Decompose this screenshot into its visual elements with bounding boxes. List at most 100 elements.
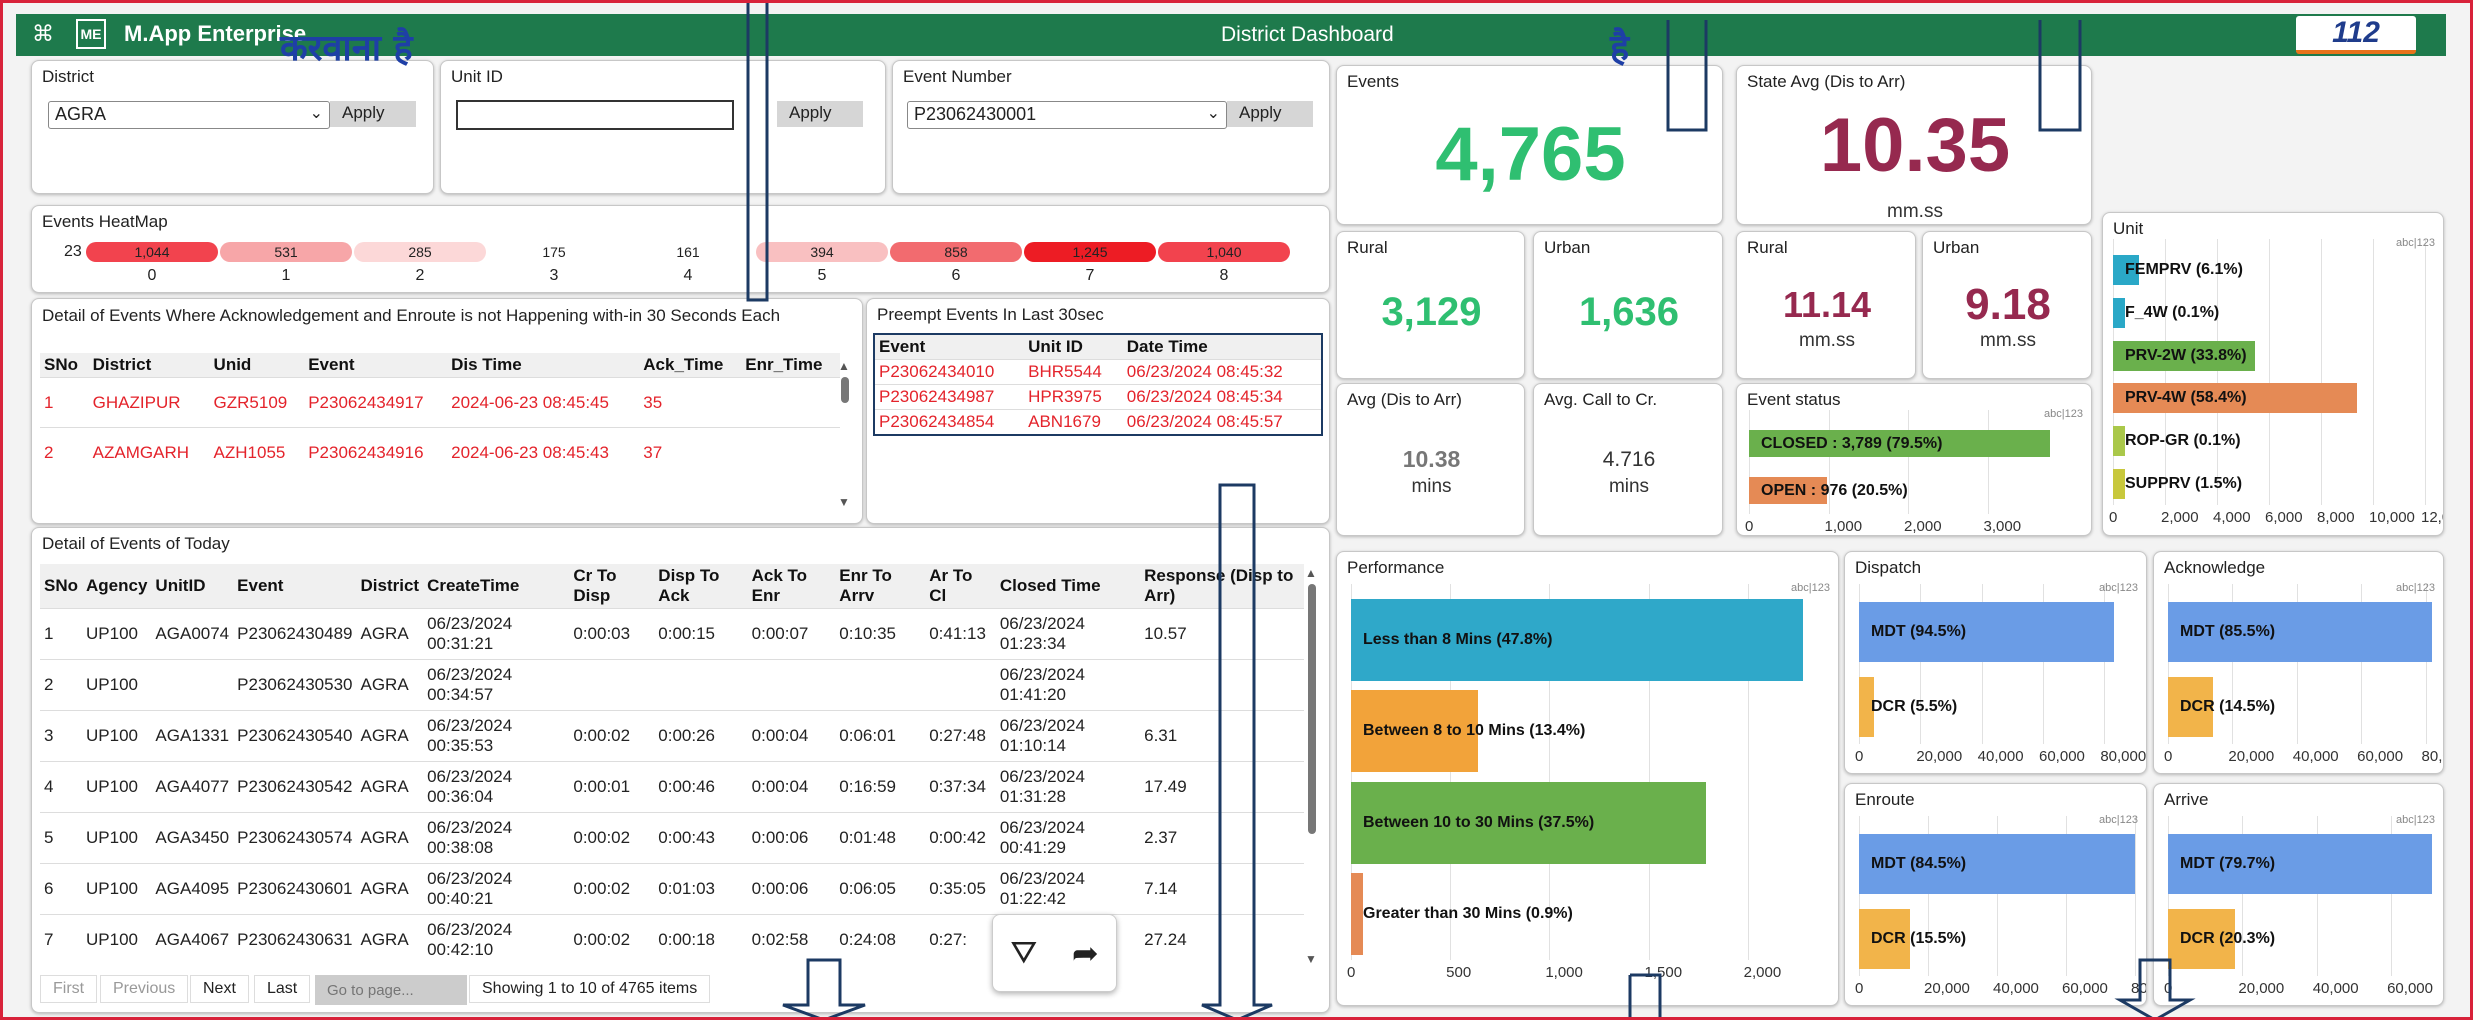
goto-page-input[interactable]	[315, 975, 467, 1005]
pager-next[interactable]: Next	[190, 975, 249, 1003]
me-icon[interactable]: ME	[76, 19, 106, 49]
chart-bar[interactable]: ROP-GR (0.1%)	[2113, 426, 2241, 456]
heatmap-cell[interactable]: 1,044	[86, 242, 218, 262]
heatmap-cell[interactable]: 858	[890, 242, 1022, 262]
bar-label: DCR (15.5%)	[1871, 929, 1967, 947]
district-select[interactable]: AGRA ⌄	[48, 101, 330, 129]
heatmap-cell[interactable]: 161	[622, 242, 754, 262]
chart-bar[interactable]: MDT (85.5%)	[2168, 601, 2432, 662]
chart-bar[interactable]: OPEN : 976 (20.5%)	[1749, 477, 1908, 504]
table-row[interactable]: 1 UP100 AGA0074 P23062430489 AGRA 06/23/2024 …	[40, 608, 1304, 660]
district-apply-button[interactable]: Apply	[330, 101, 416, 127]
column-header[interactable]: Event	[874, 334, 1025, 360]
table-cell	[925, 659, 996, 711]
table-row[interactable]: 3 UP100 AGA1331 P23062430540 AGRA 06/23/2024 …	[40, 710, 1304, 762]
column-header[interactable]: CreateTime	[423, 564, 570, 609]
chart-bar[interactable]: Greater than 30 Mins (0.9%)	[1351, 873, 1573, 956]
column-header[interactable]: Ar To Cl	[925, 564, 996, 609]
scroll-down-icon[interactable]: ▼	[1305, 952, 1317, 966]
column-header[interactable]: Event	[233, 564, 357, 609]
heatmap-cell[interactable]: 394	[756, 242, 888, 262]
column-header[interactable]: Cr To Disp	[569, 564, 655, 609]
table-cell: 06/23/2024 00:31:21	[423, 608, 570, 660]
chart-bar[interactable]: CLOSED : 3,789 (79.5%)	[1749, 430, 2051, 457]
pager-previous[interactable]: Previous	[100, 975, 189, 1003]
heatmap-cell[interactable]: 531	[220, 242, 352, 262]
scroll-up-icon[interactable]: ▲	[1305, 566, 1319, 580]
chart-bar[interactable]: Between 8 to 10 Mins (13.4%)	[1351, 690, 1585, 773]
table-row[interactable]: 2 UP100 P23062430530 AGRA 06/23/2024 00:34:5…	[40, 659, 1304, 711]
column-header[interactable]: Ack To Enr	[747, 564, 836, 609]
event-apply-button[interactable]: Apply	[1227, 101, 1313, 127]
table-cell: 0:00:01	[569, 761, 655, 813]
pager-last[interactable]: Last	[254, 975, 311, 1003]
chart-bar[interactable]: FEMPRV (6.1%)	[2113, 255, 2243, 286]
state-avg-value: 10.35	[1819, 103, 2011, 188]
column-header[interactable]: Event	[304, 353, 448, 378]
table-row[interactable]: P23062434854 ABN1679 06/23/2024 08:45:57	[874, 409, 1322, 435]
chart-bar[interactable]: MDT (79.7%)	[2168, 833, 2432, 894]
heatmap-cell[interactable]: 285	[354, 242, 486, 262]
column-header[interactable]: Dis Time	[447, 353, 640, 378]
scroll-down-icon[interactable]: ▼	[838, 495, 850, 509]
heatmap-cell[interactable]: 1,245	[1024, 242, 1156, 262]
table-row[interactable]: P23062434010 BHR5544 06/23/2024 08:45:32	[874, 359, 1322, 385]
bar-label: Less than 8 Mins (47.8%)	[1363, 630, 1553, 648]
scroll-thumb[interactable]	[1308, 584, 1316, 834]
pager-first[interactable]: First	[40, 975, 98, 1003]
scroll-up-icon[interactable]: ▲	[838, 359, 852, 373]
chart-bar[interactable]: Between 10 to 30 Mins (37.5%)	[1351, 781, 1707, 864]
table-row[interactable]: 5 UP100 AGA3450 P23062430574 AGRA 06/23/2024 …	[40, 812, 1304, 864]
heatmap-hour-label: 0	[147, 267, 157, 284]
column-header[interactable]: Closed Time	[995, 564, 1141, 609]
chart-bar[interactable]: DCR (5.5%)	[1859, 676, 1957, 737]
axis-tick-label: 80,000	[2100, 748, 2147, 765]
chart-bar[interactable]: DCR (15.5%)	[1859, 908, 1966, 969]
unit-filter-panel: Unit ID Apply	[440, 60, 886, 194]
chart-bar[interactable]: PRV-4W (58.4%)	[2113, 383, 2358, 414]
column-header[interactable]: SNo	[40, 353, 89, 378]
event-number-select[interactable]: P23062430001 ⌄	[907, 101, 1227, 129]
chart-bar[interactable]: F_4W (0.1%)	[2113, 298, 2219, 328]
district-filter-panel: District AGRA ⌄ Apply	[31, 60, 434, 194]
today-scrollbar[interactable]: ▲ ▼	[1305, 566, 1319, 966]
column-header[interactable]: Enr_Time	[741, 353, 840, 378]
heatmap-hour-label: 1	[281, 267, 291, 284]
chart-bar[interactable]: MDT (84.5%)	[1859, 833, 2135, 894]
column-header[interactable]: UnitID	[151, 564, 234, 609]
column-header[interactable]: District	[88, 353, 210, 378]
scroll-thumb[interactable]	[841, 377, 849, 403]
column-header[interactable]: Agency	[82, 564, 152, 609]
delay-scrollbar[interactable]: ▲ ▼	[838, 359, 852, 509]
state-avg-unit: mm.ss	[1887, 201, 1943, 222]
column-header[interactable]: Disp To Ack	[654, 564, 748, 609]
column-header[interactable]: Unid	[209, 353, 305, 378]
chart-bar[interactable]: DCR (20.3%)	[2168, 908, 2275, 969]
table-cell: 0:00:26	[654, 710, 748, 762]
chart-bar[interactable]: DCR (14.5%)	[2168, 676, 2275, 737]
column-header[interactable]: Ack_Time	[639, 353, 742, 378]
column-header[interactable]: SNo	[40, 564, 82, 609]
chart-bar[interactable]: MDT (94.5%)	[1859, 601, 2114, 662]
map-leaf-icon[interactable]: ⌘	[28, 19, 58, 49]
filter-icon[interactable]: ⛛	[1010, 934, 1037, 972]
column-header[interactable]: Unit ID	[1024, 334, 1123, 360]
unit-apply-button[interactable]: Apply	[777, 101, 863, 127]
heatmap-cell[interactable]: 175	[488, 242, 620, 262]
chart-bar[interactable]: SUPPRV (1.5%)	[2113, 468, 2242, 499]
column-header[interactable]: Enr To Arrv	[835, 564, 926, 609]
share-icon[interactable]: ➦	[1072, 934, 1099, 972]
column-header[interactable]: District	[356, 564, 424, 609]
table-row[interactable]: 6 UP100 AGA4095 P23062430601 AGRA 06/23/2024 …	[40, 863, 1304, 915]
column-header[interactable]: Date Time	[1122, 334, 1322, 360]
urban-events-label: Urban	[1544, 238, 1591, 257]
table-row[interactable]: 2 AZAMGARH AZH1055 P23062434916 2024-06-23 0…	[40, 427, 840, 478]
table-row[interactable]: 1 GHAZIPUR GZR5109 P23062434917 2024-06-23 0…	[40, 377, 840, 428]
chart-bar[interactable]: Less than 8 Mins (47.8%)	[1351, 598, 1804, 681]
table-row[interactable]: 4 UP100 AGA4077 P23062430542 AGRA 06/23/2024 …	[40, 761, 1304, 813]
column-header[interactable]: Response (Disp to Arr)	[1140, 564, 1304, 609]
chart-bar[interactable]: PRV-2W (33.8%)	[2113, 340, 2255, 371]
heatmap-cell[interactable]: 1,040	[1158, 242, 1290, 262]
table-row[interactable]: P23062434987 HPR3975 06/23/2024 08:45:34	[874, 384, 1322, 410]
unit-id-input[interactable]	[456, 100, 734, 130]
